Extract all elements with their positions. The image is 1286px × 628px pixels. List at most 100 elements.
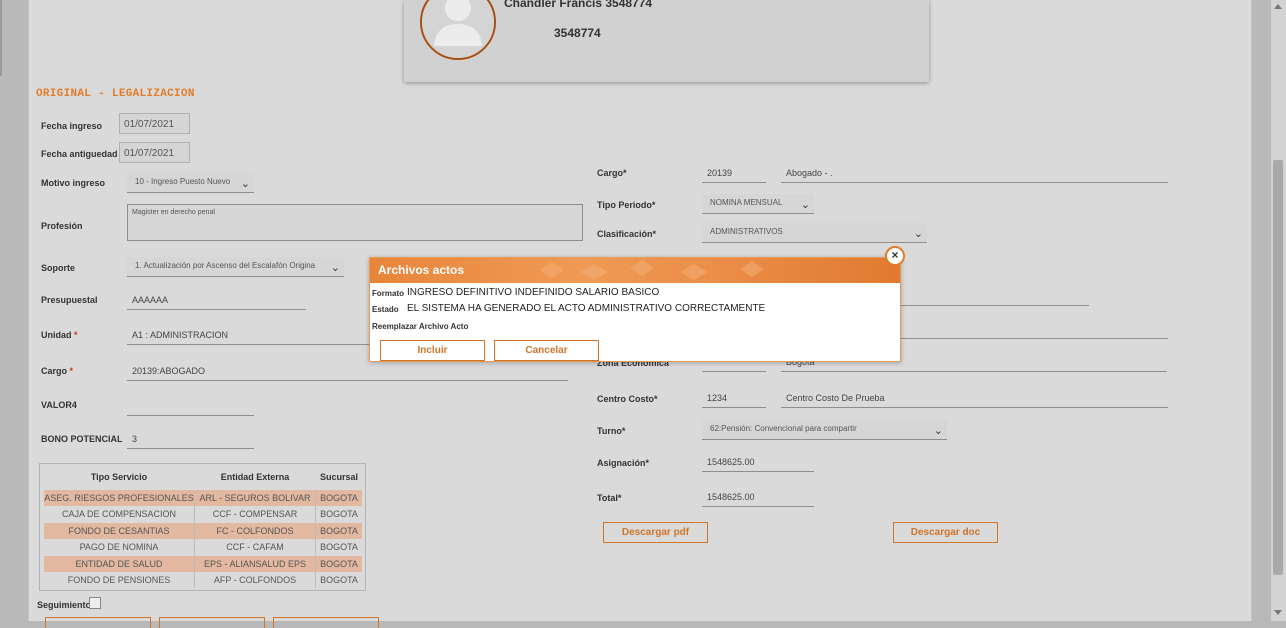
centro-costo-code-input[interactable]: 1234	[702, 390, 766, 408]
chevron-down-icon: ⌄	[800, 199, 810, 211]
turno-value: 62:Pensión: Convencional para compartir	[710, 424, 857, 433]
table-row[interactable]: FONDO DE CESANTIAS FC - COLFONDOS BOGOTA	[44, 523, 362, 539]
asignacion-input[interactable]: 1548625.00	[702, 454, 814, 472]
table-header: Tipo Servicio	[90, 472, 148, 482]
cargo-right-label: Cargo*	[597, 168, 627, 178]
estado-value: EL SISTEMA HA GENERADO EL ACTO ADMINISTR…	[407, 303, 766, 314]
hidden-field-line	[900, 288, 1089, 306]
seguimiento-label: Seguimiento	[37, 600, 92, 610]
section-title: ORIGINAL - LEGALIZACION	[36, 88, 195, 100]
fecha-antiguedad-input[interactable]: 01/07/2021	[119, 142, 190, 163]
profesion-textarea[interactable]: Magister en derecho penal	[127, 204, 583, 241]
valor4-label: VALOR4	[41, 400, 77, 410]
table-cell: BOGOTA	[320, 526, 358, 536]
close-icon[interactable]: ×	[885, 246, 905, 266]
bottom-button[interactable]	[45, 617, 151, 628]
scrollbar[interactable]	[1271, 0, 1286, 621]
table-cell: BOGOTA	[320, 559, 358, 569]
table-cell: AFP - COLFONDOS	[195, 572, 316, 588]
modal-title: Archivos actos	[378, 263, 465, 277]
table-cell: BOGOTA	[320, 575, 358, 585]
turno-select[interactable]: 62:Pensión: Convencional para compartir …	[702, 420, 947, 440]
table-cell: ENTIDAD DE SALUD	[44, 556, 195, 572]
table-cell: BOGOTA	[320, 542, 358, 552]
table-cell: EPS - ALIANSALUD EPS	[195, 556, 316, 572]
table-row[interactable]: ENTIDAD DE SALUD EPS - ALIANSALUD EPS BO…	[44, 556, 362, 572]
reemplazar-archivo-label: Reemplazar Archivo Acto	[372, 322, 469, 331]
unidad-input[interactable]: A1 : ADMINISTRACION	[127, 327, 372, 345]
archivos-actos-modal: Archivos actos Formato INGRESO DEFINITIV…	[369, 257, 901, 362]
tipo-periodo-value: NOMINA MENSUAL	[710, 198, 783, 207]
profile-name: Chandler Francis 3548774	[504, 0, 653, 10]
fecha-ingreso-label: Fecha ingreso	[41, 121, 103, 131]
table-cell: BOGOTA	[320, 509, 358, 519]
table-cell: BOGOTA	[320, 493, 358, 503]
tipo-periodo-label: Tipo Periodo*	[597, 200, 656, 210]
table-cell: FONDO DE CESANTIAS	[44, 523, 195, 539]
profesion-label: Profesión	[41, 221, 83, 231]
centro-costo-desc-input: Centro Costo De Prueba	[781, 390, 1168, 408]
seguimiento-checkbox[interactable]	[89, 597, 101, 609]
presupuestal-input[interactable]: AAAAAA	[127, 292, 306, 310]
scroll-up-icon[interactable]	[1274, 4, 1282, 9]
cargo-desc-input: Abogado - .	[781, 165, 1168, 183]
scroll-thumb[interactable]	[1273, 160, 1283, 575]
total-label: Total*	[597, 493, 622, 503]
motivo-ingreso-select[interactable]: 10 - Ingreso Puesto Nuevo ⌄	[127, 173, 254, 193]
bono-potencial-label: BONO POTENCIAL	[41, 434, 123, 444]
table-cell: PAGO DE NOMINA	[44, 539, 195, 555]
fecha-antiguedad-label: Fecha antiguedad	[41, 149, 118, 159]
asignacion-label: Asignación*	[597, 458, 650, 468]
profile-card: Chandler Francis 3548774 3548774	[404, 0, 929, 82]
table-row[interactable]: CAJA DE COMPENSACION CCF - COMPENSAR BOG…	[44, 506, 362, 522]
table-header: Entidad Externa	[220, 472, 290, 482]
tipo-periodo-select[interactable]: NOMINA MENSUAL ⌄	[702, 194, 814, 214]
clasificacion-value: ADMINISTRATIVOS	[710, 227, 783, 236]
services-table: Tipo Servicio Entidad Externa Sucursal A…	[39, 463, 366, 591]
user-avatar-icon	[420, 0, 496, 60]
incluir-button[interactable]: Incluir	[380, 340, 485, 361]
formato-label: Formato	[372, 289, 404, 298]
descargar-doc-button[interactable]: Descargar doc	[893, 522, 998, 543]
motivo-ingreso-value: 10 - Ingreso Puesto Nuevo	[135, 177, 231, 186]
table-header: Sucursal	[319, 472, 359, 482]
formato-value: INGRESO DEFINITIVO INDEFINIDO SALARIO BA…	[407, 287, 660, 298]
estado-label: Estado	[372, 305, 399, 314]
centro-costo-label: Centro Costo*	[597, 394, 658, 404]
cargo-code-input[interactable]: 20139	[702, 165, 766, 183]
bottom-button[interactable]	[159, 617, 265, 628]
chevron-down-icon: ⌄	[330, 262, 340, 274]
clasificacion-label: Clasificación*	[597, 229, 657, 239]
table-row[interactable]: PAGO DE NOMINA CCF - CAFAM BOGOTA	[44, 539, 362, 555]
soporte-select[interactable]: 1. Actualización por Ascenso del Escalaf…	[127, 257, 344, 277]
presupuestal-label: Presupuestal	[41, 295, 98, 305]
turno-label: Turno*	[597, 426, 626, 436]
table-cell: ASEG. RIESGOS PROFESIONALES	[44, 490, 195, 506]
bono-potencial-input[interactable]: 3	[127, 431, 254, 449]
table-cell: ARL - SEGUROS BOLIVAR	[195, 490, 316, 506]
table-cell: FONDO DE PENSIONES	[44, 572, 195, 588]
total-input[interactable]: 1548625.00	[702, 489, 814, 507]
clasificacion-select[interactable]: ADMINISTRATIVOS ⌄	[702, 223, 927, 243]
chevron-down-icon: ⌄	[913, 228, 923, 240]
motivo-ingreso-label: Motivo ingreso	[41, 178, 106, 188]
cancelar-button[interactable]: Cancelar	[494, 340, 599, 361]
cargo-input[interactable]: 20139:ABOGADO	[127, 363, 568, 381]
unidad-label: Unidad *	[41, 330, 78, 340]
table-cell: CAJA DE COMPENSACION	[44, 506, 195, 522]
modal-header: Archivos actos	[370, 258, 900, 283]
descargar-pdf-button[interactable]: Descargar pdf	[603, 522, 708, 543]
valor4-input[interactable]	[127, 398, 254, 416]
scroll-down-icon[interactable]	[1274, 610, 1282, 615]
profile-id: 3548774	[554, 26, 601, 40]
table-cell: FC - COLFONDOS	[195, 523, 316, 539]
table-row[interactable]: FONDO DE PENSIONES AFP - COLFONDOS BOGOT…	[44, 572, 362, 588]
cargo-label: Cargo *	[41, 366, 74, 376]
bottom-button[interactable]	[273, 617, 379, 628]
table-cell: CCF - CAFAM	[195, 539, 316, 555]
table-row[interactable]: ASEG. RIESGOS PROFESIONALES ARL - SEGURO…	[44, 490, 362, 506]
fecha-ingreso-input[interactable]: 01/07/2021	[119, 113, 190, 134]
chevron-down-icon: ⌄	[240, 178, 250, 190]
hidden-field-line	[900, 321, 1168, 339]
soporte-label: Soporte	[41, 263, 76, 273]
